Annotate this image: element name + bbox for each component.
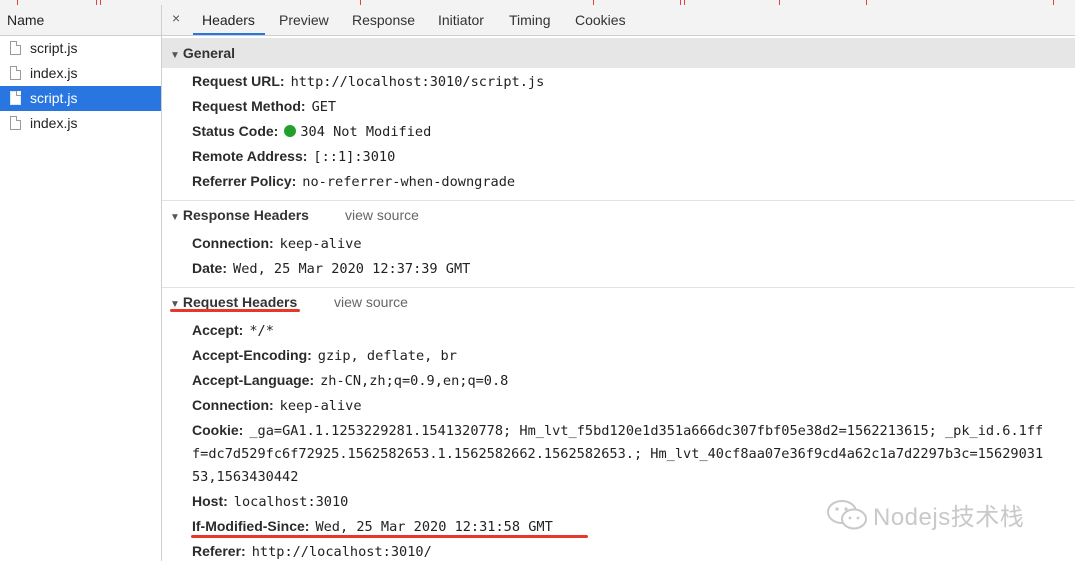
cookie-value-continuation: f=dc7d529fc6f72925.1562582653.1.15625826… — [192, 446, 1044, 462]
header-key: Cookie: — [192, 422, 244, 438]
request-header-cookie: Cookie: _ga=GA1.1.1253229281.1541320778; … — [192, 422, 1043, 439]
request-header-accept-encoding: Accept-Encoding: gzip, deflate, br — [192, 347, 457, 364]
tab-headers[interactable]: Headers — [202, 12, 255, 28]
active-tab-indicator — [193, 33, 265, 35]
tab-response[interactable]: Response — [352, 12, 415, 28]
detail-tab-bar: × Headers Preview Response Initiator Tim… — [162, 5, 1075, 36]
header-key: Host: — [192, 493, 228, 509]
header-key: Accept: — [192, 322, 244, 338]
header-value: keep-alive — [279, 398, 362, 414]
cookie-value-continuation: 53,1563430442 — [192, 469, 299, 485]
file-icon — [10, 91, 21, 105]
request-list-panel: Name script.js index.js script.js index.… — [0, 5, 162, 561]
request-item-label: script.js — [30, 40, 78, 56]
response-headers-title-text: Response Headers — [182, 207, 309, 223]
header-value: GET — [311, 99, 337, 115]
general-referrer-policy: Referrer Policy: no-referrer-when-downgra… — [192, 173, 515, 190]
header-value: localhost:3010 — [233, 494, 349, 510]
general-section-title: ▼ General — [170, 45, 235, 61]
header-value: zh-CN,zh;q=0.9,en;q=0.8 — [320, 373, 509, 389]
header-value: Wed, 25 Mar 2020 12:31:58 GMT — [315, 519, 553, 535]
header-key: Connection: — [192, 235, 274, 251]
request-header-host: Host: localhost:3010 — [192, 493, 348, 510]
request-header-accept: Accept: */* — [192, 322, 274, 339]
request-header-referer: Referer: http://localhost:3010/ — [192, 543, 432, 560]
file-icon — [10, 116, 21, 130]
general-title-text: General — [182, 45, 236, 61]
tab-timing[interactable]: Timing — [509, 12, 551, 28]
header-value: keep-alive — [279, 236, 362, 252]
watermark-text: Nodejs技术栈 — [873, 504, 1025, 531]
request-headers-title-text: Request Headers — [182, 294, 298, 310]
general-remote-address: Remote Address: [::1]:3010 — [192, 148, 395, 165]
header-value: Wed, 25 Mar 2020 12:37:39 GMT — [233, 261, 471, 277]
request-item-script-js-selected[interactable]: script.js — [0, 86, 161, 111]
request-item-script-js[interactable]: script.js — [0, 36, 161, 61]
tab-cookies[interactable]: Cookies — [575, 12, 626, 28]
header-key: Status Code: — [192, 123, 279, 139]
header-value: [::1]:3010 — [313, 149, 396, 165]
section-divider — [162, 287, 1075, 288]
response-header-date: Date: Wed, 25 Mar 2020 12:37:39 GMT — [192, 260, 470, 277]
header-key: Request URL: — [192, 73, 285, 89]
request-item-index-js[interactable]: index.js — [0, 61, 161, 86]
response-view-source-link[interactable]: view source — [345, 207, 419, 223]
request-header-if-modified-since: If-Modified-Since: Wed, 25 Mar 2020 12:31… — [192, 518, 553, 535]
header-key: Referer: — [192, 543, 246, 559]
header-key: Accept-Encoding: — [192, 347, 312, 363]
general-status-code: Status Code: 304 Not Modified — [192, 123, 431, 140]
general-section-header[interactable]: ▼ General — [162, 38, 1075, 68]
header-value: no-referrer-when-downgrade — [302, 174, 516, 190]
section-divider — [162, 200, 1075, 201]
tab-preview[interactable]: Preview — [279, 12, 329, 28]
header-key: Accept-Language: — [192, 372, 315, 388]
status-success-dot-icon — [284, 125, 297, 137]
header-value: http://localhost:3010/script.js — [290, 74, 545, 90]
request-detail-panel: × Headers Preview Response Initiator Tim… — [162, 5, 1075, 561]
close-icon[interactable]: × — [172, 10, 180, 26]
header-key: Request Method: — [192, 98, 306, 114]
response-header-connection: Connection: keep-alive — [192, 235, 362, 252]
watermark: Nodejs技术栈 — [825, 497, 1024, 539]
request-view-source-link[interactable]: view source — [334, 294, 408, 310]
request-header-connection: Connection: keep-alive — [192, 397, 362, 414]
request-item-label: index.js — [30, 65, 78, 81]
header-key: Referrer Policy: — [192, 173, 297, 189]
name-column-header[interactable]: Name — [0, 5, 161, 36]
header-key: Connection: — [192, 397, 274, 413]
expand-triangle-icon: ▼ — [170, 212, 180, 223]
annotation-underline — [191, 535, 588, 538]
header-value: _ga=GA1.1.1253229281.1541320778; Hm_lvt_… — [249, 423, 1044, 439]
header-value: */* — [249, 323, 274, 339]
header-key: Date: — [192, 260, 228, 276]
expand-triangle-icon: ▼ — [170, 50, 180, 61]
header-value: http://localhost:3010/ — [251, 544, 432, 560]
request-item-label: index.js — [30, 115, 78, 131]
request-item-index-js[interactable]: index.js — [0, 111, 161, 136]
file-icon — [10, 66, 21, 80]
annotation-underline — [170, 309, 300, 312]
file-icon — [10, 41, 21, 55]
wechat-logo-icon — [825, 498, 869, 539]
request-item-label: script.js — [30, 90, 78, 106]
request-headers-section-title[interactable]: ▼ Request Headers — [170, 294, 297, 310]
header-value: 304 Not Modified — [300, 124, 432, 140]
general-request-method: Request Method: GET — [192, 98, 336, 115]
request-header-accept-language: Accept-Language: zh-CN,zh;q=0.9,en;q=0.8 — [192, 372, 508, 389]
general-request-url: Request URL: http://localhost:3010/script… — [192, 73, 544, 90]
header-key: Remote Address: — [192, 148, 308, 164]
header-value: gzip, deflate, br — [317, 348, 457, 364]
header-key: If-Modified-Since: — [192, 518, 310, 534]
tab-initiator[interactable]: Initiator — [438, 12, 484, 28]
response-headers-section-title[interactable]: ▼ Response Headers — [170, 207, 309, 223]
